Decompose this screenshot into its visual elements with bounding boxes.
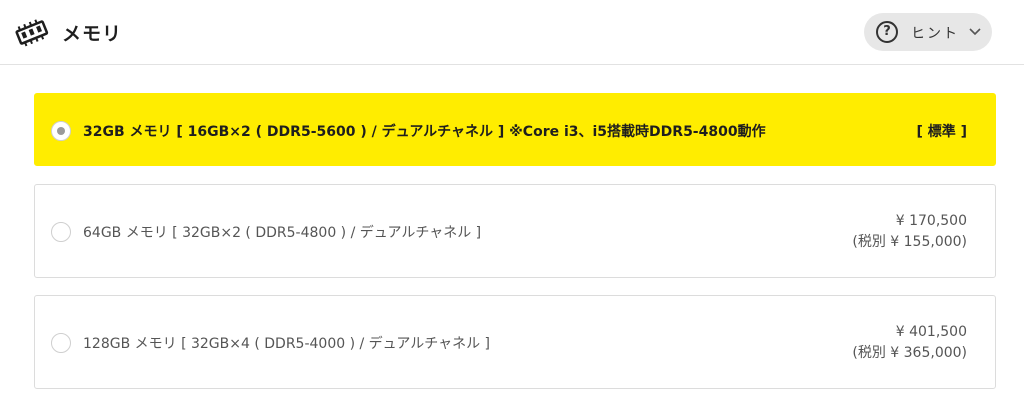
radio-button-128gb[interactable] [51,333,71,353]
memory-option-128gb[interactable]: 128GB メモリ [ 32GB×4 ( DDR5-4000 ) / デュアルチ… [34,295,996,389]
option-label: 32GB メモリ [ 16GB×2 ( DDR5-5600 ) / デュアルチャ… [83,124,766,140]
question-circle-icon: ? [876,21,898,43]
option-price: ¥ 401,500 (税別 ¥ 365,000) [852,322,967,364]
hint-label: ヒント [911,26,959,42]
radio-button-32gb[interactable] [51,121,71,141]
memory-option-32gb[interactable]: 32GB メモリ [ 16GB×2 ( DDR5-5600 ) / デュアルチャ… [34,93,996,166]
option-label: 128GB メモリ [ 32GB×4 ( DDR5-4000 ) / デュアルチ… [83,336,491,352]
memory-option-64gb[interactable]: 64GB メモリ [ 32GB×2 ( DDR5-4800 ) / デュアルチャ… [34,184,996,278]
standard-badge: [ 標準 ] [916,124,967,140]
chevron-down-icon [969,28,981,36]
memory-chip-icon [15,19,49,47]
price-incl-tax: ¥ 170,500 [895,213,967,229]
price-incl-tax: ¥ 401,500 [895,324,967,340]
hint-button[interactable]: ? ヒント [864,13,992,51]
option-price: ¥ 170,500 (税別 ¥ 155,000) [852,211,967,253]
radio-button-64gb[interactable] [51,222,71,242]
price-ex-tax: (税別 ¥ 155,000) [852,234,967,250]
option-label: 64GB メモリ [ 32GB×2 ( DDR5-4800 ) / デュアルチャ… [83,225,482,241]
price-ex-tax: (税別 ¥ 365,000) [852,345,967,361]
section-header: メモリ ? ヒント [0,0,1024,65]
section-title: メモリ [62,23,123,45]
